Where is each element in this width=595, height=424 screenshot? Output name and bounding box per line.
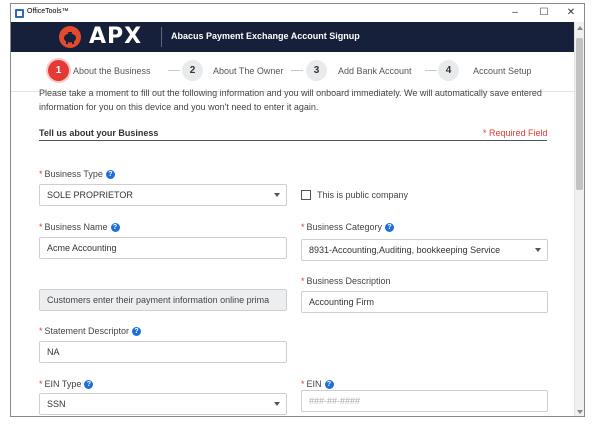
step-1-number[interactable]: 1 (48, 60, 69, 81)
step-connector (291, 70, 303, 71)
help-icon[interactable]: ? (385, 223, 395, 232)
required-field-note: * Required Field (483, 128, 548, 138)
business-category-label: * Business Category? (301, 222, 395, 232)
chevron-down-icon (535, 248, 541, 252)
window-title: OfficeTools™ (27, 8, 69, 15)
ein-type-label: * EIN Type? (39, 379, 94, 389)
required-marker: * (301, 276, 305, 286)
public-company-label[interactable]: This is public company (317, 190, 408, 200)
business-type-select[interactable]: SOLE PROPRIETOR (39, 184, 287, 206)
header-title: Abacus Payment Exchange Account Signup (171, 31, 360, 41)
public-company-checkbox[interactable] (301, 190, 311, 200)
ein-input[interactable]: ###-##-#### (301, 390, 548, 412)
business-category-select[interactable]: 8931-Accounting,Auditing, bookkeeping Se… (301, 239, 548, 261)
app-window: OfficeTools™ – ☐ ✕ APX Abacus Payment Ex… (10, 3, 585, 417)
chevron-down-icon (274, 193, 280, 197)
chevron-down-icon (274, 402, 280, 406)
section-title: Tell us about your Business (39, 128, 159, 138)
help-icon[interactable]: ? (132, 327, 142, 336)
brand-logo-text: APX (89, 24, 142, 50)
help-icon[interactable]: ? (324, 380, 334, 389)
officetools-logo-icon (15, 9, 24, 18)
step-4-number[interactable]: 4 (438, 60, 459, 81)
apx-logo-icon (59, 26, 81, 48)
header-divider (161, 27, 162, 47)
intro-text: Please take a moment to fill out the fol… (39, 88, 542, 112)
business-name-label: * Business Name? (39, 222, 120, 232)
section-divider (39, 140, 547, 141)
required-marker: * (39, 169, 43, 179)
step-2-label[interactable]: About The Owner (213, 66, 283, 76)
maximize-button[interactable]: ☐ (533, 5, 555, 21)
vertical-scrollbar[interactable] (574, 22, 584, 416)
piggy-bank-icon (64, 32, 76, 44)
required-marker: * (39, 326, 43, 336)
help-icon[interactable]: ? (84, 380, 94, 389)
scroll-down-icon[interactable] (577, 410, 583, 414)
minimize-button[interactable]: – (504, 5, 526, 21)
help-icon[interactable]: ? (110, 223, 120, 232)
required-marker: * (301, 379, 305, 389)
business-description-label: * Business Description (301, 276, 391, 286)
ein-type-select[interactable]: SSN (39, 393, 287, 415)
required-marker: * (301, 222, 305, 232)
step-4-label[interactable]: Account Setup (473, 66, 532, 76)
close-button[interactable]: ✕ (560, 5, 582, 21)
scroll-up-icon[interactable] (577, 26, 583, 30)
statement-descriptor-label: * Statement Descriptor? (39, 326, 142, 336)
step-connector (168, 70, 180, 71)
business-description-input[interactable]: Accounting Firm (301, 291, 548, 313)
scrollbar-thumb[interactable] (576, 38, 583, 190)
payment-info-field: Customers enter their payment informatio… (39, 289, 287, 311)
required-marker: * (39, 379, 43, 389)
required-marker: * (39, 222, 43, 232)
step-2-number[interactable]: 2 (182, 60, 203, 81)
business-type-label: * Business Type? (39, 169, 115, 179)
app-header: APX Abacus Payment Exchange Account Sign… (11, 22, 574, 52)
step-3-number[interactable]: 3 (306, 60, 327, 81)
step-3-label[interactable]: Add Bank Account (338, 66, 412, 76)
business-name-input[interactable]: Acme Accounting (39, 237, 287, 259)
title-bar: OfficeTools™ – ☐ ✕ (11, 4, 584, 22)
step-connector (425, 70, 437, 71)
ein-label: * EIN? (301, 379, 334, 389)
step-1-label[interactable]: About the Business (73, 66, 151, 76)
statement-descriptor-input[interactable]: NA (39, 341, 287, 363)
help-icon[interactable]: ? (105, 170, 115, 179)
brand-name: APX (89, 24, 143, 49)
